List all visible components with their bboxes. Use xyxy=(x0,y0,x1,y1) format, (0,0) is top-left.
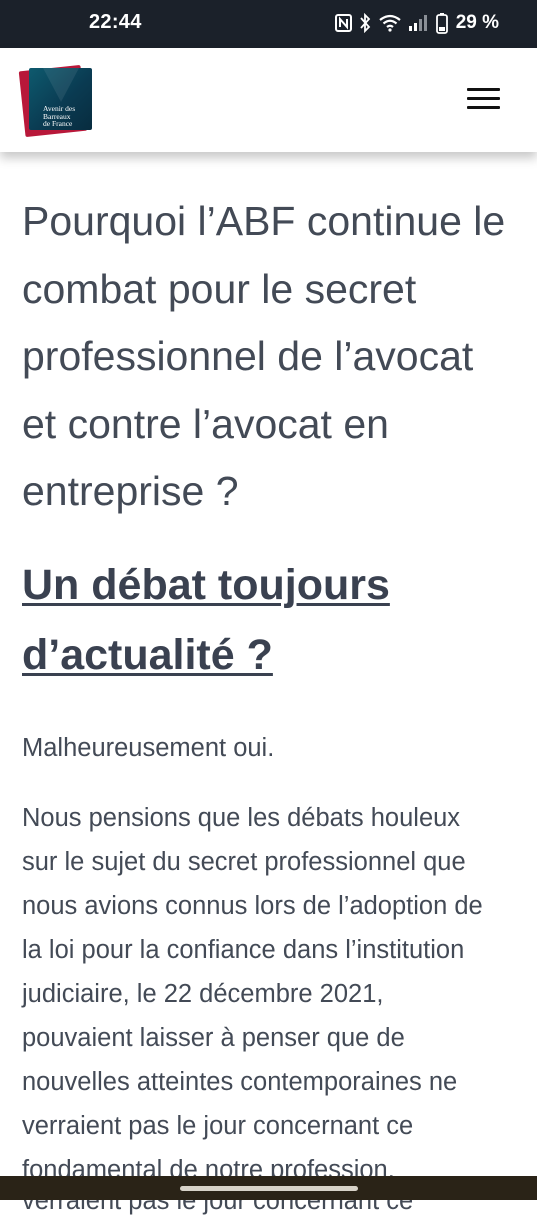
hamburger-menu-icon[interactable] xyxy=(460,84,508,114)
wifi-icon xyxy=(378,14,402,32)
paragraph-intro: Malheureusement oui. xyxy=(22,733,275,762)
gesture-navigation-bar xyxy=(0,1176,537,1200)
signal-icon xyxy=(408,15,429,31)
status-bar: 22:44 29 % xyxy=(0,0,537,48)
home-gesture-handle[interactable] xyxy=(180,1186,358,1191)
nfc-icon xyxy=(334,14,352,32)
site-logo[interactable]: Avenir des Barreaux de France xyxy=(18,64,96,138)
logo-teal-front: Avenir des Barreaux de France xyxy=(29,68,92,130)
paragraph-body: Nous pensions que les débats houleux sur… xyxy=(22,803,483,1184)
site-header: Avenir des Barreaux de France xyxy=(0,48,537,152)
status-time: 22:44 xyxy=(89,11,142,33)
battery-percent: 29 % xyxy=(455,12,499,33)
article-content: Pourquoi l’ABF continue le combat pour l… xyxy=(22,188,517,1192)
article-title: Pourquoi l’ABF continue le combat pour l… xyxy=(22,198,506,514)
status-icons: 29 % xyxy=(334,10,499,36)
battery-icon xyxy=(435,12,448,34)
bluetooth-icon xyxy=(359,13,371,33)
logo-text: Avenir des Barreaux de France xyxy=(43,104,76,128)
section-heading: Un débat toujours d’actualité ? xyxy=(22,560,390,679)
